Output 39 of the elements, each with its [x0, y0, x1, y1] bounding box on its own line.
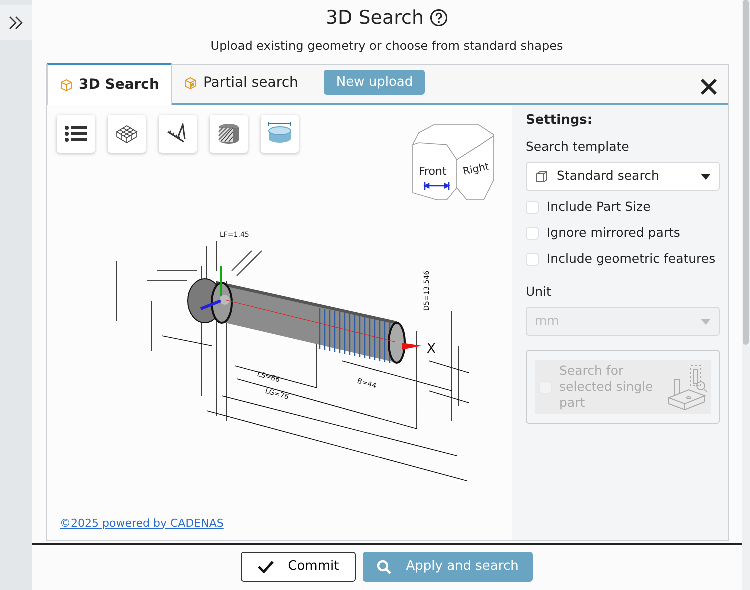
option-checkbox[interactable] — [526, 252, 539, 266]
view-cube[interactable] — [412, 124, 494, 200]
copyright-link[interactable]: ©2025 powered by CADENAS — [60, 516, 224, 532]
option-checkbox[interactable] — [526, 201, 539, 214]
axis-label: X — [427, 342, 436, 357]
option-label: Include Part Size — [547, 198, 651, 216]
caret-icon — [701, 174, 711, 180]
measure-icon[interactable] — [159, 115, 197, 153]
list-icon[interactable] — [57, 115, 95, 153]
double-chevron-icon — [8, 14, 24, 30]
dialog-subtitle: Upload existing geometry or choose from standard shapes — [210, 38, 564, 55]
cube-icon — [535, 170, 549, 184]
field-label: Unit — [526, 282, 552, 300]
caret-icon — [701, 318, 711, 325]
template-dropdown[interactable]: Standard search — [526, 162, 720, 192]
cube-icon — [60, 78, 73, 92]
cube-icon — [184, 76, 198, 90]
tab[interactable]: Partial search — [172, 63, 310, 103]
right-face-label: Right — [462, 162, 490, 178]
unit-dropdown: mm — [526, 307, 720, 336]
single-part-option: Search for selected single part — [535, 360, 711, 414]
front-face-label: Front — [419, 165, 447, 178]
option-checkbox[interactable] — [526, 226, 539, 240]
wireframe-icon[interactable] — [108, 115, 146, 153]
cylinder-icon[interactable] — [261, 115, 299, 153]
search-icon — [377, 560, 392, 574]
check-icon — [258, 561, 274, 573]
tab[interactable]: 3D Search — [47, 63, 172, 105]
option-label: Ignore mirrored parts — [547, 224, 680, 242]
settings-heading: Settings: — [526, 112, 594, 130]
scrollbar-thumb[interactable] — [743, 0, 749, 345]
commit-button[interactable]: Commit — [241, 552, 356, 582]
expand-sidebar-button[interactable] — [0, 5, 32, 40]
field-label: Search template — [526, 138, 630, 156]
dimension-arrow-icon — [424, 181, 450, 191]
help-icon[interactable] — [430, 9, 448, 27]
dialog-title: 3D Search — [326, 6, 424, 30]
section-icon[interactable] — [210, 115, 248, 153]
option-label: Include geometric features — [547, 250, 716, 268]
